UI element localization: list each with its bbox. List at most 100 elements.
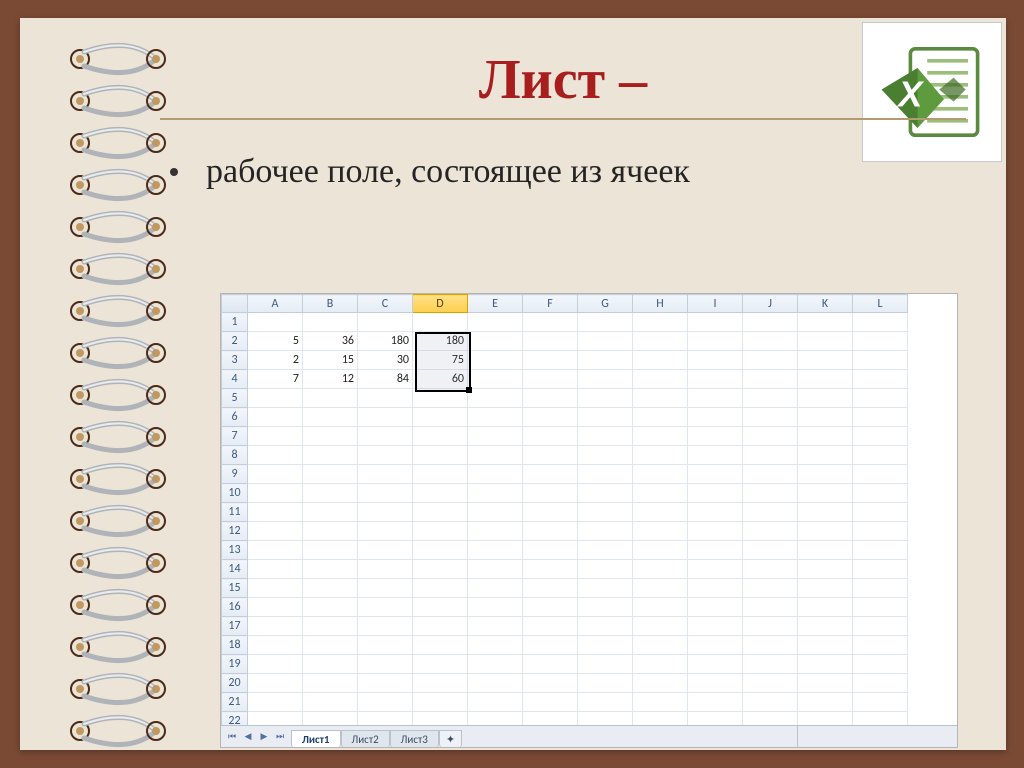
cell[interactable]	[303, 541, 358, 560]
cell[interactable]	[853, 427, 908, 446]
cell[interactable]	[633, 427, 688, 446]
cell[interactable]	[523, 484, 578, 503]
cell[interactable]	[303, 636, 358, 655]
row-header[interactable]: 10	[222, 484, 248, 503]
cell[interactable]	[688, 408, 743, 427]
cell[interactable]	[358, 465, 413, 484]
cell[interactable]	[633, 370, 688, 389]
cell[interactable]	[468, 427, 523, 446]
cell[interactable]	[798, 617, 853, 636]
cell[interactable]: 75	[413, 351, 468, 370]
cell[interactable]	[798, 370, 853, 389]
column-header[interactable]: K	[798, 295, 853, 313]
cell[interactable]	[248, 389, 303, 408]
cell[interactable]	[248, 598, 303, 617]
sheet-tab[interactable]: Лист1	[291, 730, 341, 748]
cell[interactable]	[468, 636, 523, 655]
cell[interactable]	[523, 636, 578, 655]
cell[interactable]	[523, 408, 578, 427]
cell[interactable]	[688, 541, 743, 560]
cell[interactable]	[578, 313, 633, 332]
cell[interactable]	[303, 655, 358, 674]
cell[interactable]	[413, 408, 468, 427]
cell[interactable]	[633, 408, 688, 427]
row-header[interactable]: 6	[222, 408, 248, 427]
cell[interactable]	[578, 389, 633, 408]
cell[interactable]	[688, 389, 743, 408]
cell[interactable]	[468, 598, 523, 617]
cell[interactable]	[633, 446, 688, 465]
cell[interactable]	[523, 522, 578, 541]
cell[interactable]	[413, 389, 468, 408]
cell[interactable]	[248, 408, 303, 427]
cell[interactable]	[523, 579, 578, 598]
row-header[interactable]: 16	[222, 598, 248, 617]
cell[interactable]: 5	[248, 332, 303, 351]
cell[interactable]	[743, 427, 798, 446]
sheet-tab[interactable]: Лист2	[341, 730, 390, 748]
cell[interactable]	[633, 332, 688, 351]
cell[interactable]	[633, 313, 688, 332]
cell[interactable]	[633, 674, 688, 693]
row-header[interactable]: 14	[222, 560, 248, 579]
cell[interactable]	[853, 522, 908, 541]
cell[interactable]	[468, 541, 523, 560]
cell[interactable]	[798, 560, 853, 579]
cell[interactable]	[358, 313, 413, 332]
tab-nav-first-icon[interactable]: ⏮	[225, 730, 239, 744]
cell[interactable]	[798, 579, 853, 598]
cell[interactable]	[798, 522, 853, 541]
cell[interactable]	[633, 636, 688, 655]
cell[interactable]	[743, 636, 798, 655]
cell[interactable]	[798, 484, 853, 503]
cell[interactable]: 36	[303, 332, 358, 351]
cell[interactable]	[798, 655, 853, 674]
column-header[interactable]: C	[358, 295, 413, 313]
cell[interactable]	[853, 617, 908, 636]
cell[interactable]	[523, 389, 578, 408]
cell[interactable]	[743, 484, 798, 503]
column-header[interactable]: D	[413, 295, 468, 313]
cell[interactable]	[413, 636, 468, 655]
cell[interactable]	[468, 446, 523, 465]
cell[interactable]	[468, 408, 523, 427]
row-header[interactable]: 20	[222, 674, 248, 693]
column-header[interactable]: H	[633, 295, 688, 313]
cell[interactable]	[358, 522, 413, 541]
cell[interactable]	[413, 560, 468, 579]
tab-nav-next-icon[interactable]: ▶	[257, 730, 271, 744]
cell[interactable]	[413, 503, 468, 522]
cell[interactable]	[853, 541, 908, 560]
cell[interactable]	[303, 389, 358, 408]
cell[interactable]	[523, 541, 578, 560]
cell[interactable]	[633, 579, 688, 598]
cell[interactable]	[468, 465, 523, 484]
row-header[interactable]: 9	[222, 465, 248, 484]
column-header[interactable]: I	[688, 295, 743, 313]
cell[interactable]	[743, 408, 798, 427]
cell[interactable]	[578, 503, 633, 522]
cell[interactable]	[413, 446, 468, 465]
cell[interactable]	[358, 427, 413, 446]
cell[interactable]	[303, 693, 358, 712]
cell[interactable]	[303, 503, 358, 522]
cell[interactable]	[358, 484, 413, 503]
cell[interactable]	[743, 522, 798, 541]
cell[interactable]	[578, 636, 633, 655]
cell[interactable]	[303, 465, 358, 484]
cell[interactable]	[523, 370, 578, 389]
cell[interactable]	[578, 560, 633, 579]
cell[interactable]	[248, 313, 303, 332]
cell[interactable]	[578, 655, 633, 674]
cell[interactable]	[633, 655, 688, 674]
cell[interactable]	[798, 693, 853, 712]
cell[interactable]	[578, 484, 633, 503]
cell[interactable]	[248, 484, 303, 503]
cell[interactable]	[798, 503, 853, 522]
cell[interactable]	[798, 427, 853, 446]
cell[interactable]	[853, 674, 908, 693]
cell[interactable]	[743, 598, 798, 617]
cell[interactable]	[798, 351, 853, 370]
cell[interactable]	[468, 351, 523, 370]
cell[interactable]	[413, 313, 468, 332]
